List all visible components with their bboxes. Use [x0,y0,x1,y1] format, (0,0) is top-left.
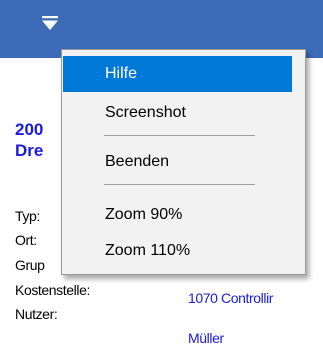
menu-toggle-button[interactable] [38,10,64,50]
menu-item-screenshot[interactable]: Screenshot [63,95,292,131]
menu-item-beenden[interactable]: Beenden [63,144,292,180]
menu-separator [104,135,255,136]
field-label-typ: Typ: [15,208,40,224]
field-label-nutzer: Nutzer: [15,306,58,322]
menu-triangle-icon [42,16,58,30]
field-label-gruppe: Grup [15,257,45,273]
dropdown-menu: Hilfe Screenshot Beenden Zoom 90% Zoom 1… [61,49,306,275]
menu-separator [104,184,255,185]
field-label-ort: Ort: [15,232,37,248]
menu-item-zoom-110[interactable]: Zoom 110% [63,233,292,269]
menu-item-hilfe[interactable]: Hilfe [63,56,292,92]
menu-item-zoom-90[interactable]: Zoom 90% [63,197,292,233]
record-title-line-2: Dre [15,141,44,160]
record-title-line-1: 200 [15,120,44,139]
field-value-kostenstelle: 1070 Controllir [188,290,274,306]
field-value-nutzer: Müller [188,330,224,346]
field-label-kostenstelle: Kostenstelle: [15,282,90,298]
